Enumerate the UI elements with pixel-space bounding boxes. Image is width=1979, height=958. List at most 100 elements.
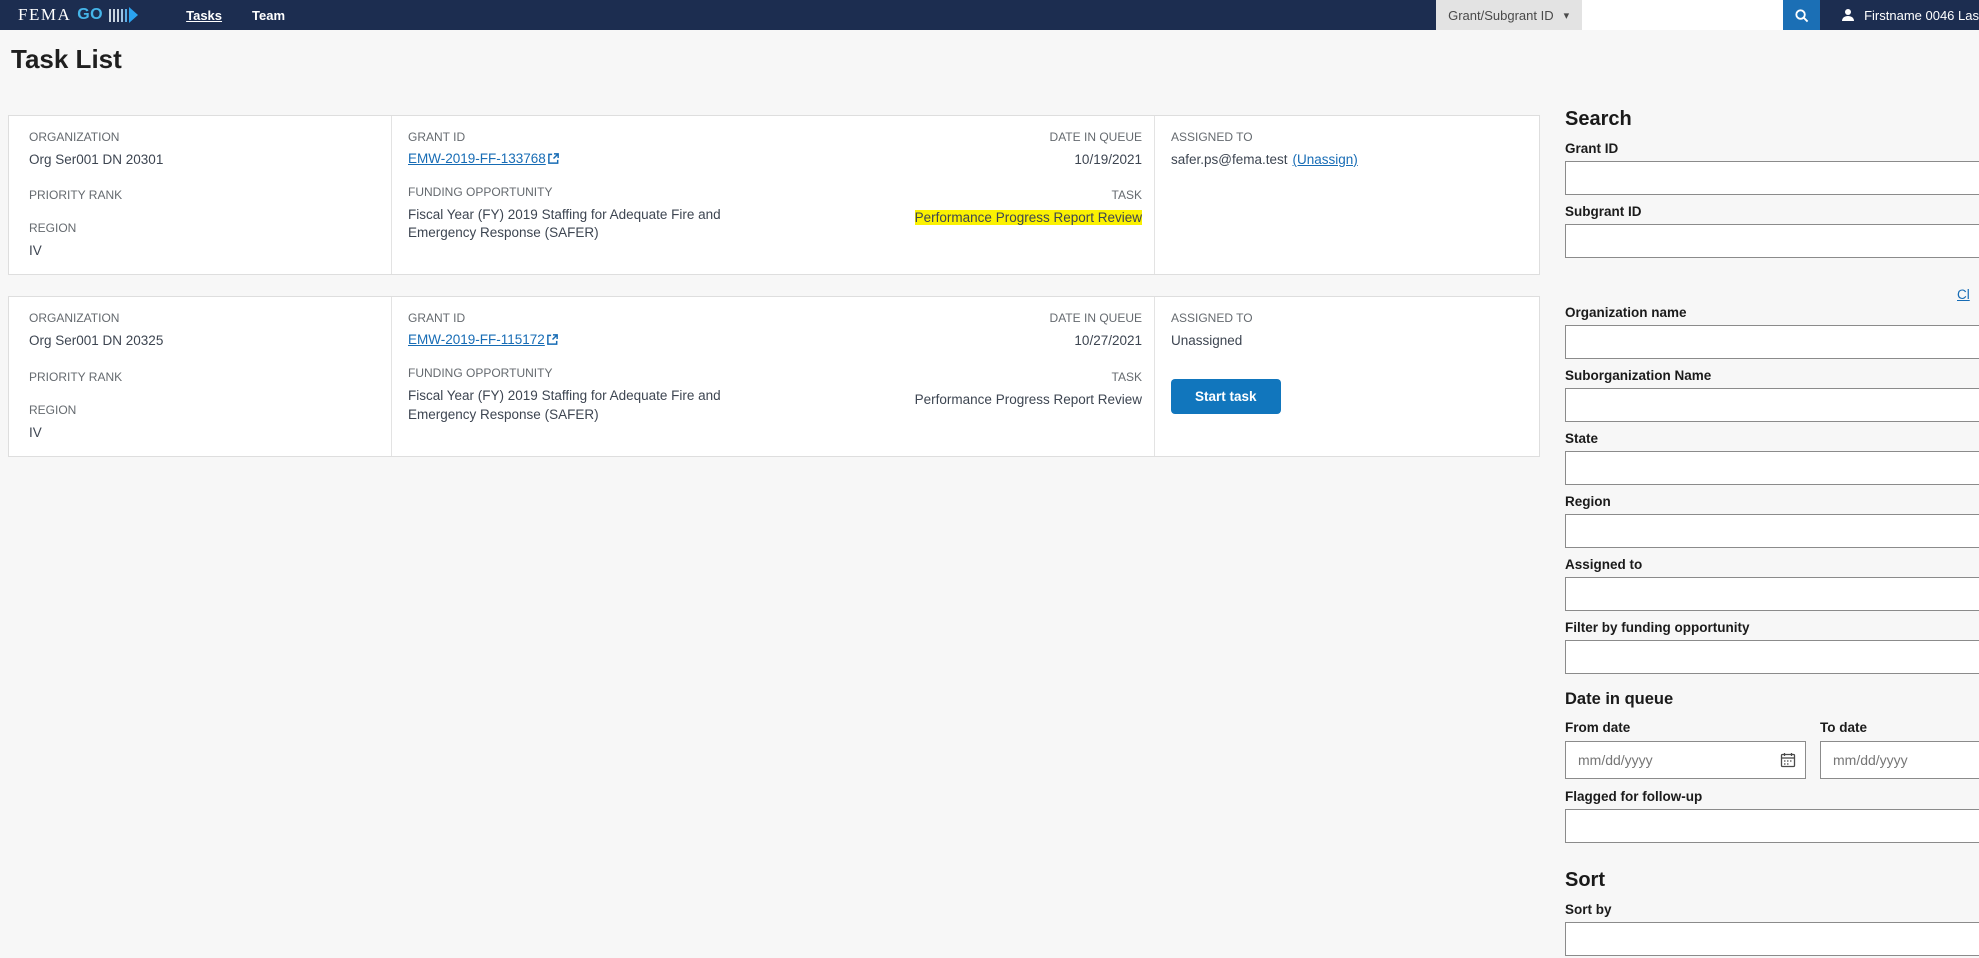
task-list: ORGANIZATION Org Ser001 DN 20301 PRIORIT… [8,115,1540,478]
funding-opportunity-filter-field: Filter by funding opportunity [1565,620,1979,674]
search-sidebar: Search Grant ID Subgrant ID Organization… [1565,108,1979,958]
from-date-input[interactable] [1565,741,1806,779]
organization-name-field-label: Organization name [1565,305,1687,320]
task-value: Performance Progress Report Review [914,210,1142,226]
task-value: Performance Progress Report Review [914,391,1142,407]
funding-opportunity-label: FUNDING OPPORTUNITY [408,185,553,199]
search-scope-dropdown[interactable]: Grant/Subgrant ID ▾ [1436,0,1583,30]
organization-name-field: Organization name [1565,305,1979,359]
organization-value: Org Ser001 DN 20325 [29,333,164,349]
search-heading: Search [1565,108,1632,130]
region-field: Region [1565,494,1979,548]
sort-by-input[interactable] [1565,922,1979,956]
external-link-icon [547,152,560,165]
state-field-label: State [1565,431,1599,446]
assigned-to-value: safer.ps@fema.test [1171,152,1288,167]
funding-opportunity-value: Fiscal Year (FY) 2019 Staffing for Adequ… [408,388,721,422]
subgrant-id-input[interactable] [1565,224,1979,258]
organization-label: ORGANIZATION [29,311,120,326]
calendar-icon[interactable] [1780,752,1796,768]
priority-rank-label: PRIORITY RANK [29,188,123,203]
task-card-assigned-column: ASSIGNED TO Unassigned Start task [1155,297,1539,455]
date-in-queue-label: DATE IN QUEUE [1049,311,1142,326]
to-date-input[interactable] [1820,741,1979,779]
suborganization-name-field-label: Suborganization Name [1565,368,1712,383]
logo-arrow-icon [109,7,139,23]
caret-down-icon: ▾ [1563,9,1570,22]
region-value: IV [29,424,42,440]
assigned-to-value: Unassigned [1171,333,1243,349]
global-search-input[interactable] [1582,0,1784,30]
search-scope-label: Grant/Subgrant ID [1448,7,1554,23]
main-nav: Tasks Team [186,8,285,23]
task-card-org-column: ORGANIZATION Org Ser001 DN 20301 PRIORIT… [9,116,391,274]
flagged-follow-up-label: Flagged for follow-up [1565,789,1703,804]
region-label: REGION [29,402,77,417]
task-card-assigned-column: ASSIGNED TO safer.ps@fema.test (Unassign… [1155,116,1539,274]
state-input[interactable] [1565,451,1979,485]
person-icon [1840,7,1856,23]
grant-id-input[interactable] [1565,161,1979,195]
task-card-grant-column: GRANT ID EMW-2019-FF-133768 FUNDING OPPO… [391,116,1155,275]
go-logo-text: GO [77,6,104,23]
grant-id-link[interactable]: EMW-2019-FF-115172 [408,332,545,347]
grant-id-field-label: Grant ID [1565,141,1619,156]
user-menu[interactable]: Firstname 0046 Las [1820,7,1979,23]
sort-heading: Sort [1565,869,1605,891]
assigned-to-field-label: Assigned to [1565,557,1643,572]
assigned-to-label: ASSIGNED TO [1171,130,1253,144]
task-card: ORGANIZATION Org Ser001 DN 20325 PRIORIT… [8,296,1540,457]
nav-item-tasks[interactable]: Tasks [186,8,222,23]
external-link-icon [546,333,559,346]
task-label: TASK [1111,369,1142,384]
region-input[interactable] [1565,514,1979,548]
to-date-field: To date [1820,720,1979,779]
start-task-button[interactable]: Start task [1171,378,1281,414]
user-name: Firstname 0046 Las [1864,7,1979,23]
assigned-to-field: Assigned to [1565,557,1979,611]
region-field-label: Region [1565,494,1611,509]
organization-name-input[interactable] [1565,325,1979,359]
funding-opportunity-filter-input[interactable] [1565,640,1979,674]
assigned-to-input[interactable] [1565,577,1979,611]
flagged-follow-up-field: Flagged for follow-up [1565,789,1979,843]
funding-opportunity-value: Fiscal Year (FY) 2019 Staffing for Adequ… [408,207,721,241]
organization-label: ORGANIZATION [29,130,120,144]
subgrant-id-field-label: Subgrant ID [1565,204,1642,219]
navbar-right: Grant/Subgrant ID ▾ Firstname 0046 Las [1436,0,1979,30]
fema-go-logo[interactable]: FEMA GO [18,5,139,25]
grant-id-label: GRANT ID [408,130,466,144]
task-card-org-column: ORGANIZATION Org Ser001 DN 20325 PRIORIT… [9,297,391,455]
flagged-follow-up-input[interactable] [1565,809,1979,843]
search-button[interactable] [1783,0,1821,30]
funding-opportunity-label: FUNDING OPPORTUNITY [408,366,553,381]
region-label: REGION [29,221,77,236]
assigned-to-label: ASSIGNED TO [1171,311,1253,326]
nav-item-team[interactable]: Team [252,8,285,23]
from-date-field: From date [1565,720,1806,779]
subgrant-id-field: Subgrant ID [1565,204,1979,258]
grant-id-field: Grant ID [1565,141,1979,195]
from-date-label: From date [1565,720,1631,735]
sort-by-label: Sort by [1565,902,1612,917]
organization-value: Org Ser001 DN 20301 [29,152,164,167]
task-card: ORGANIZATION Org Ser001 DN 20301 PRIORIT… [8,115,1540,276]
top-navbar: FEMA GO Tasks Team Grant/Subgrant ID ▾ F… [0,0,1979,30]
date-in-queue-value: 10/27/2021 [1074,333,1142,349]
priority-rank-label: PRIORITY RANK [29,369,123,384]
date-in-queue-label: DATE IN QUEUE [1049,130,1142,144]
suborganization-name-input[interactable] [1565,388,1979,422]
grant-id-label: GRANT ID [408,311,466,326]
region-value: IV [29,243,42,259]
funding-opportunity-filter-label: Filter by funding opportunity [1565,620,1750,635]
clear-filters-link[interactable]: Cl [1957,287,1970,302]
unassign-link[interactable]: (Unassign) [1293,152,1358,167]
sort-by-field: Sort by [1565,902,1979,956]
state-field: State [1565,431,1979,485]
date-in-queue-value: 10/19/2021 [1074,152,1142,167]
task-label: TASK [1111,188,1142,203]
suborganization-name-field: Suborganization Name [1565,368,1979,422]
task-card-grant-column: GRANT ID EMW-2019-FF-115172 FUNDING OPPO… [391,297,1155,456]
page-title: Task List [11,44,122,74]
grant-id-link[interactable]: EMW-2019-FF-133768 [408,151,546,166]
